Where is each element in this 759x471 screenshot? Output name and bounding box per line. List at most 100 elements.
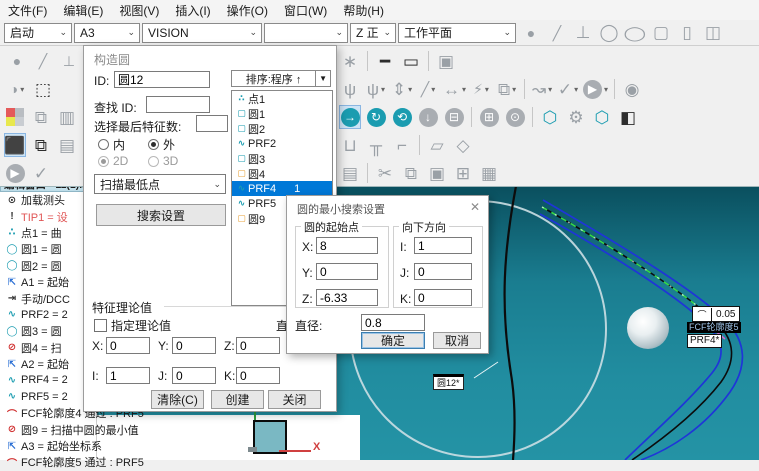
- combo-arrow-icon[interactable]: ⌄: [379, 27, 395, 38]
- create-button[interactable]: 创建: [211, 390, 264, 409]
- line-width-icon[interactable]: ━: [374, 49, 396, 73]
- cube-gear-icon[interactable]: ⬡: [591, 105, 613, 129]
- line-icon[interactable]: ╱: [32, 49, 54, 73]
- j-field[interactable]: [414, 263, 472, 280]
- summary-icon[interactable]: ▤: [339, 161, 361, 185]
- feature-list-item[interactable]: ∿ PRF2: [232, 136, 332, 151]
- report-icon[interactable]: ▤: [56, 133, 78, 157]
- copy-pages-icon[interactable]: ⧉▾: [496, 77, 518, 101]
- wire-cube-icon[interactable]: ⬚: [32, 77, 54, 101]
- copy-icon[interactable]: ⧉: [400, 161, 422, 185]
- grid-gear-icon[interactable]: ⊞: [452, 161, 474, 185]
- menu-item[interactable]: 窗口(W): [276, 2, 335, 19]
- window-cascade-icon[interactable]: ⧉: [30, 105, 52, 129]
- feature-list-item[interactable]: ∿ PRF4 1: [232, 181, 332, 196]
- construct-method-combo[interactable]: 扫描最低点 ⌄: [94, 174, 226, 194]
- point-icon[interactable]: ●: [6, 49, 28, 73]
- notch-feature-icon[interactable]: ◫: [702, 21, 724, 45]
- radio-3d[interactable]: [148, 156, 159, 167]
- cancel-button[interactable]: 取消: [433, 332, 481, 349]
- combo-arrow-icon[interactable]: ⌄: [55, 27, 71, 38]
- outer-radio[interactable]: [148, 139, 159, 150]
- rect-tool-icon[interactable]: ▭: [400, 49, 422, 73]
- menu-item[interactable]: 视图(V): [111, 2, 167, 19]
- toolbar-combo[interactable]: Z 正 ⌄: [350, 23, 396, 43]
- j-field[interactable]: [172, 367, 216, 384]
- probe-sphere-icon[interactable]: ◑▾: [6, 77, 28, 101]
- tree-item[interactable]: ⇱ A3 = 起始坐标系: [0, 438, 210, 454]
- y-field[interactable]: [316, 263, 378, 280]
- pan-circle-icon[interactable]: →: [339, 105, 361, 129]
- square-slot-feature-icon[interactable]: ▯: [676, 21, 698, 45]
- ok-button[interactable]: 确定: [361, 332, 425, 349]
- inner-radio[interactable]: [98, 139, 109, 150]
- scan-path-icon[interactable]: ↝▾: [531, 77, 553, 101]
- cube-copy-icon[interactable]: ⧉: [30, 133, 52, 157]
- circle-feature-icon[interactable]: ◯: [598, 21, 620, 45]
- move-point-icon[interactable]: ⇕▾: [391, 77, 413, 101]
- feature-list-item[interactable]: ∴ 点1: [232, 91, 332, 106]
- menu-item[interactable]: 帮助(H): [335, 2, 392, 19]
- accept-icon[interactable]: ✓: [30, 161, 52, 185]
- probe-arm-icon[interactable]: ⌐: [391, 133, 413, 157]
- solid-view-icon[interactable]: ⬛: [4, 133, 26, 157]
- probe-target-icon[interactable]: ⊙: [504, 105, 526, 129]
- dropdown-arrow-icon[interactable]: ▼: [315, 71, 330, 86]
- z-field[interactable]: [236, 337, 280, 354]
- paint-roller-icon[interactable]: ⊟: [443, 105, 465, 129]
- menu-item[interactable]: 插入(I): [167, 2, 218, 19]
- feature-insert-icon[interactable]: ψ▾: [365, 77, 387, 101]
- feature-list-item[interactable]: ▢ 圆4: [232, 166, 332, 181]
- z-field[interactable]: [316, 289, 378, 306]
- gears-icon[interactable]: ⚙: [565, 105, 587, 129]
- feature-list-item[interactable]: ▢ 圆3: [232, 151, 332, 166]
- diameter-field[interactable]: [361, 314, 425, 331]
- tree-item[interactable]: ⊘ 圆9 = 扫描中圆的最小值: [0, 421, 210, 437]
- verify-icon[interactable]: ✓▾: [557, 77, 579, 101]
- view-cube-icon[interactable]: ◧: [617, 105, 639, 129]
- combo-arrow-icon[interactable]: ⌄: [331, 27, 347, 38]
- fixture-icon[interactable]: ⊔: [339, 133, 361, 157]
- line-mode-icon[interactable]: ╱▾: [417, 77, 439, 101]
- pattern-icon[interactable]: ∗: [339, 49, 361, 73]
- line-feature-icon[interactable]: ╱: [546, 21, 568, 45]
- toolbar-combo[interactable]: VISION ⌄: [142, 23, 262, 43]
- toolbar-combo[interactable]: ⌄: [264, 23, 348, 43]
- close-button[interactable]: 关闭: [268, 390, 321, 409]
- ellipse-feature-icon[interactable]: ◯: [624, 21, 646, 45]
- combo-arrow-icon[interactable]: ⌄: [209, 179, 225, 190]
- search-settings-button[interactable]: 搜索设置: [96, 204, 226, 226]
- clear-button[interactable]: 清除(C): [151, 390, 204, 409]
- clipboard-plus-icon[interactable]: ⊞: [478, 105, 500, 129]
- sort-button[interactable]: 排序:程序 ↑ ▼: [231, 70, 331, 87]
- probe-config-icon[interactable]: ψ: [339, 77, 361, 101]
- tree-item[interactable]: ⌒ FCF轮廓度5 通过 : PRF5: [0, 454, 210, 470]
- paste-icon[interactable]: ▣: [426, 161, 448, 185]
- i-field[interactable]: [106, 367, 150, 384]
- cut-icon[interactable]: ✂: [374, 161, 396, 185]
- menu-item[interactable]: 编辑(E): [55, 2, 111, 19]
- quick-fix-icon[interactable]: ⚡▾: [470, 77, 492, 101]
- list-icon[interactable]: ▦: [478, 161, 500, 185]
- execute-circle-icon[interactable]: ▶▾: [583, 77, 608, 101]
- toolbar-combo[interactable]: A3 ⌄: [74, 23, 140, 43]
- x-field[interactable]: [316, 237, 378, 254]
- k-field[interactable]: [236, 367, 280, 384]
- close-icon[interactable]: ✕: [470, 200, 480, 214]
- angle-icon[interactable]: ⊥: [58, 49, 80, 73]
- combo-arrow-icon[interactable]: ⌄: [499, 27, 515, 38]
- combo-arrow-icon[interactable]: ⌄: [123, 27, 139, 38]
- y-field[interactable]: [172, 337, 216, 354]
- point-feature-icon[interactable]: ●: [520, 21, 542, 45]
- window-save-icon[interactable]: ▣: [435, 49, 457, 73]
- probe-mount-icon[interactable]: ╥: [365, 133, 387, 157]
- rotate-circle-icon[interactable]: ↻: [365, 105, 387, 129]
- toolbar-combo[interactable]: 启动 ⌄: [4, 23, 72, 43]
- cad-protect-icon[interactable]: ▱: [426, 133, 448, 157]
- toolbar-combo[interactable]: 工作平面 ⌄: [398, 23, 516, 43]
- camera-icon[interactable]: ◉: [621, 77, 643, 101]
- theoretical-checkbox[interactable]: [94, 319, 107, 332]
- distance-icon[interactable]: ↔▾: [443, 77, 466, 101]
- x-field[interactable]: [106, 337, 150, 354]
- last-feature-count-field[interactable]: [196, 115, 228, 132]
